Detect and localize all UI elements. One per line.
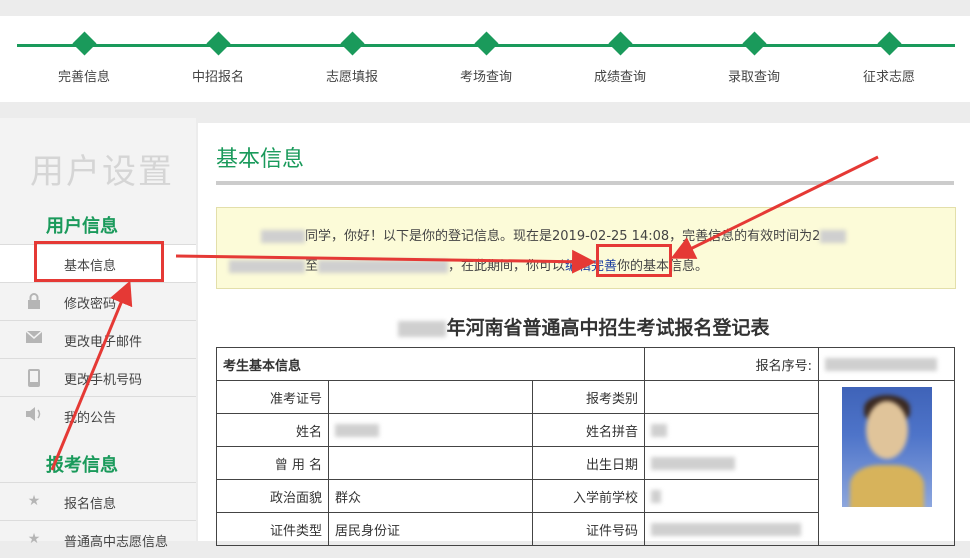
arrow-to-edit-link [175,249,596,274]
arrow-to-basic-info [50,280,133,471]
arrow-from-top-right [670,155,879,259]
annotation-arrows [50,155,879,471]
